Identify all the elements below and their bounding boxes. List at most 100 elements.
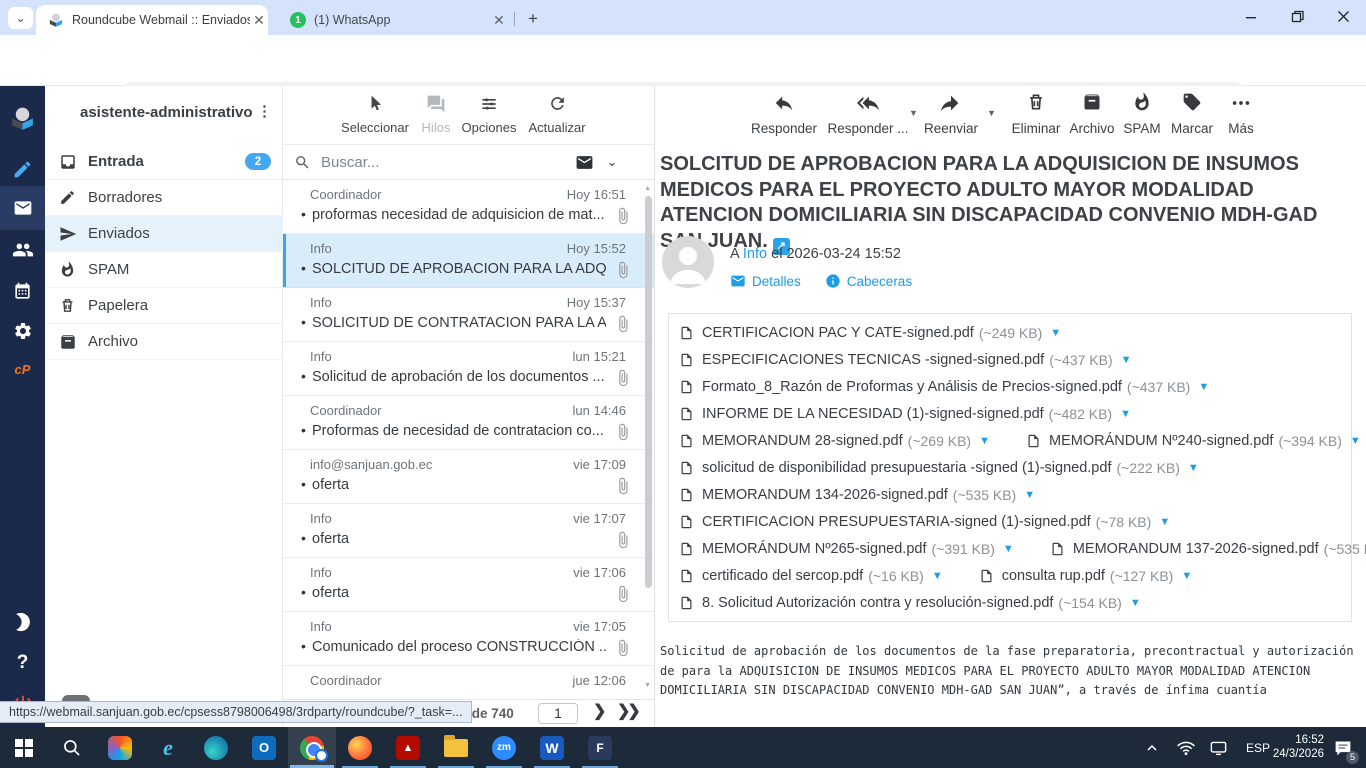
attachment-item[interactable]: 8. Solicitud Autorización contra y resol… [679, 594, 1141, 612]
new-tab-button[interactable]: + [522, 8, 544, 30]
message-row[interactable]: Infolun 15:21 •Solicitud de aprobación d… [283, 342, 654, 396]
page-input[interactable] [538, 703, 578, 724]
attachment-item[interactable]: MEMORÁNDUM Nº240-signed.pdf(~394 KB)▼ [1026, 432, 1361, 450]
attachment-menu-icon[interactable]: ▼ [1198, 381, 1209, 393]
mail-icon[interactable] [0, 188, 45, 228]
message-row[interactable]: Coordinadorjue 12:06 [283, 666, 654, 699]
contacts-icon[interactable] [0, 230, 45, 270]
recipient-link[interactable]: Info [743, 246, 767, 262]
unread-dot: • [301, 314, 306, 330]
wifi-icon[interactable] [1172, 727, 1200, 768]
last-page-icon[interactable]: ❯❯ [617, 701, 638, 721]
more-button[interactable]: Más [1199, 86, 1283, 136]
attachment-menu-icon[interactable]: ▼ [1050, 327, 1061, 339]
attachment-menu-icon[interactable]: ▼ [1024, 489, 1035, 501]
message-row-selected[interactable]: InfoHoy 15:52 •SOLCITUD DE APROBACION PA… [283, 234, 654, 288]
attachment-item[interactable]: consulta rup.pdf(~127 KB)▼ [979, 567, 1193, 585]
message-row[interactable]: Infovie 17:05 •Comunicado del proceso CO… [283, 612, 654, 666]
copilot-icon[interactable] [96, 727, 144, 768]
search-input[interactable] [321, 154, 531, 171]
attachment-item[interactable]: MEMORANDUM 137-2026-signed.pdf(~535 KB)▼ [1050, 540, 1366, 558]
next-page-icon[interactable]: ❯ [593, 701, 606, 721]
attachment-item[interactable]: solicitud de disponibilidad presupuestar… [679, 459, 1199, 477]
details-link[interactable]: Detalles [752, 274, 801, 289]
taskbar-search-icon[interactable] [48, 727, 96, 768]
attachment-menu-icon[interactable]: ▼ [1181, 570, 1192, 582]
search-scope-mail-icon[interactable] [569, 153, 599, 172]
attachment-menu-icon[interactable]: ▼ [979, 435, 990, 447]
attachment-item[interactable]: ESPECIFICACIONES TECNICAS -signed-signed… [679, 351, 1132, 369]
edge-icon[interactable] [192, 727, 240, 768]
message-row[interactable]: Infovie 17:07 •oferta [283, 504, 654, 558]
headers-link[interactable]: Cabeceras [847, 274, 912, 289]
message-row[interactable]: Coordinadorlun 14:46 •Proformas de neces… [283, 396, 654, 450]
sidebar-item-enviados[interactable]: Enviados [45, 216, 283, 252]
search-options-chevron-icon[interactable]: ⌄ [599, 154, 625, 170]
attachment-item[interactable]: MEMORANDUM 28-signed.pdf(~269 KB)▼ [679, 432, 990, 450]
attachment-item[interactable]: Formato_8_Razón de Proformas y Análisis … [679, 378, 1209, 396]
attachment-menu-icon[interactable]: ▼ [1188, 462, 1199, 474]
sidebar-item-papelera[interactable]: Papelera [45, 288, 283, 324]
attachment-menu-icon[interactable]: ▼ [1120, 408, 1131, 420]
help-icon[interactable]: ? [0, 643, 45, 683]
message-row[interactable]: info@sanjuan.gob.ecvie 17:09 •oferta [283, 450, 654, 504]
attachment-item[interactable]: CERTIFICACION PAC Y CATE-signed.pdf(~249… [679, 324, 1061, 342]
tab-whatsapp[interactable]: 1 (1) WhatsApp ✕ [278, 5, 508, 35]
display-tray-icon[interactable] [1204, 727, 1232, 768]
sidebar-item-entrada[interactable]: Entrada 2 [45, 144, 283, 180]
refresh-button[interactable]: Actualizar [512, 86, 602, 135]
tab-close-icon[interactable]: ✕ [490, 12, 508, 29]
outlook-icon[interactable]: O [240, 727, 288, 768]
attachment-menu-icon[interactable]: ▼ [1121, 354, 1132, 366]
attachment-item[interactable]: MEMORÁNDUM Nº265-signed.pdf(~391 KB)▼ [679, 540, 1014, 558]
cpanel-icon[interactable]: cP [0, 349, 45, 389]
tab-search-button[interactable]: ⌄ [8, 7, 33, 29]
message-row[interactable]: InfoHoy 15:37 •SOLICITUD DE CONTRATACION… [283, 288, 654, 342]
chrome-taskbar-icon[interactable] [288, 727, 336, 768]
attachment-item[interactable]: MEMORANDUM 134-2026-signed.pdf(~535 KB)▼ [679, 486, 1035, 504]
internet-explorer-icon[interactable]: e [144, 727, 192, 768]
start-button[interactable] [0, 727, 48, 768]
attachment-item[interactable]: certificado del sercop.pdf(~16 KB)▼ [679, 567, 943, 585]
settings-gear-icon[interactable] [0, 311, 45, 351]
minimize-button[interactable] [1228, 0, 1274, 33]
sidebar-item-archivo[interactable]: Archivo [45, 324, 283, 360]
calendar-icon[interactable] [0, 271, 45, 311]
reply-all-button[interactable]: Responder ... [826, 86, 910, 136]
account-menu-icon[interactable]: ⋮ [257, 102, 272, 120]
tray-expand-chevron-icon[interactable] [1138, 727, 1166, 768]
firefox-icon[interactable] [336, 727, 384, 768]
attachment-menu-icon[interactable]: ▼ [1130, 597, 1141, 609]
attachment-menu-icon[interactable]: ▼ [932, 570, 943, 582]
tab-close-icon[interactable]: ✕ [250, 12, 268, 29]
file-explorer-icon[interactable] [432, 727, 480, 768]
attachment-menu-icon[interactable]: ▼ [1159, 516, 1170, 528]
notification-center-icon[interactable]: 5 [1326, 727, 1360, 768]
compose-icon[interactable] [0, 149, 45, 189]
word-icon[interactable]: W [528, 727, 576, 768]
close-window-button[interactable] [1320, 0, 1366, 33]
list-scroll-up-icon[interactable]: ▲ [644, 185, 651, 192]
tab-roundcube[interactable]: Roundcube Webmail :: Enviados ✕ [36, 5, 268, 35]
fec-app-icon[interactable]: F [576, 727, 624, 768]
message-row[interactable]: Infovie 17:06 •oferta [283, 558, 654, 612]
restore-button[interactable] [1274, 0, 1320, 33]
attachment-item[interactable]: CERTIFICACION PRESUPUESTARIA-signed (1)-… [679, 513, 1170, 531]
attachment-menu-icon[interactable]: ▼ [1003, 543, 1014, 555]
attachment-menu-icon[interactable]: ▼ [1350, 435, 1361, 447]
list-scrollbar-thumb[interactable] [645, 196, 652, 588]
reply-button[interactable]: Responder [742, 86, 826, 136]
unread-dot: • [301, 422, 306, 438]
sidebar-item-spam[interactable]: SPAM [45, 252, 283, 288]
forward-button[interactable]: Reenviar [909, 86, 993, 136]
zoom-icon[interactable]: zm [480, 727, 528, 768]
unread-dot: • [301, 260, 306, 276]
list-scroll-down-icon[interactable]: ▼ [644, 682, 651, 689]
attachment-item[interactable]: INFORME DE LA NECESIDAD (1)-signed-signe… [679, 405, 1131, 423]
folder-label: Borradores [88, 189, 162, 206]
dark-mode-moon-icon[interactable] [0, 602, 45, 642]
message-row[interactable]: CoordinadorHoy 16:51 •proformas necesida… [283, 180, 654, 234]
sidebar-item-borradores[interactable]: Borradores [45, 180, 283, 216]
acrobat-icon[interactable]: ▲ [384, 727, 432, 768]
taskbar-clock[interactable]: 16:52 24/3/2026 [1262, 734, 1324, 761]
